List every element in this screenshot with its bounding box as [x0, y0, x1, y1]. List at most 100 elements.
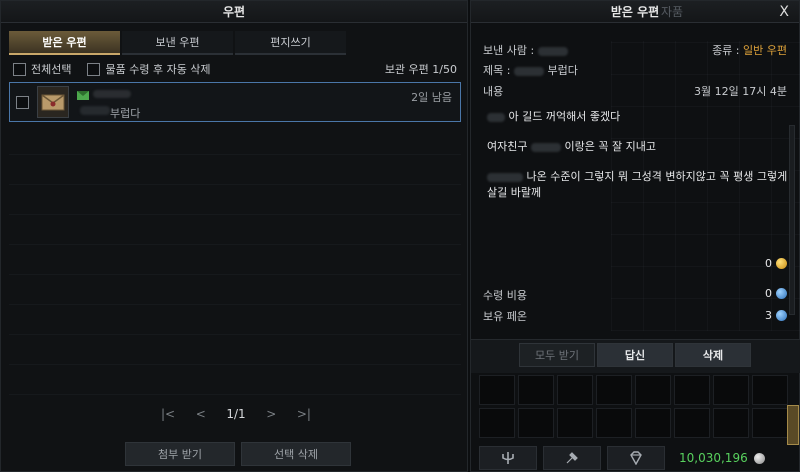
receive-cost: 0 — [765, 287, 787, 300]
detail-actions: 모두 받기 답신 삭제 — [519, 343, 751, 367]
mailbox-title: 우편 — [1, 1, 467, 23]
mail-detail-title: 받은 우편 — [471, 1, 799, 23]
receive-attachment-button[interactable]: 첨부 받기 — [125, 442, 235, 466]
type-value: 일반 우편 — [743, 44, 787, 57]
select-all-checkbox[interactable] — [13, 62, 26, 76]
inventory-slot[interactable] — [674, 375, 710, 405]
content-label: 내용 — [483, 85, 504, 98]
inventory-slot[interactable] — [752, 408, 788, 438]
select-all-option[interactable]: 전체선택 — [13, 61, 71, 77]
reply-button[interactable]: 답신 — [597, 343, 673, 367]
select-all-label: 전체선택 — [31, 63, 72, 76]
content-line-2: 여자친구 이랑은 꼭 잘 지내고 — [487, 138, 656, 154]
inventory-slot[interactable] — [596, 408, 632, 438]
gold-coin-icon — [776, 258, 787, 269]
mailbox-tabs: 받은 우편 보낸 우편 편지쓰기 — [9, 31, 346, 55]
inventory-slot[interactable] — [557, 408, 593, 438]
gold-value: 0 — [765, 257, 772, 270]
first-page-icon[interactable]: |< — [161, 407, 175, 421]
tab-sent[interactable]: 보낸 우편 — [122, 31, 233, 55]
prev-page-icon[interactable]: < — [196, 407, 206, 421]
redacted-text — [530, 142, 561, 152]
inventory-slot[interactable] — [635, 375, 671, 405]
content-text-2b: 이랑은 꼭 잘 지내고 — [564, 140, 656, 153]
subject-value: 부럽다 — [547, 64, 578, 77]
content-line-1: 아 길드 꺼억해서 좋겠다 — [487, 108, 620, 124]
subject-prefix-redacted — [513, 66, 544, 76]
owned-pheon: 3 — [765, 309, 787, 322]
inventory-slot[interactable] — [518, 375, 554, 405]
mail-type-field: 종류 : 일반 우편 — [712, 42, 787, 58]
inventory-slot[interactable] — [752, 375, 788, 405]
receive-cost-label: 수령 비용 — [483, 289, 527, 302]
owned-pheon-label: 보유 페온 — [483, 310, 527, 323]
pagination: |< < 1/1 > >| — [161, 407, 311, 421]
sender-field: 보낸 사람 : — [483, 42, 568, 58]
mailbox-panel: 우편 받은 우편 보낸 우편 편지쓰기 전체선택 물품 수령 후 자동 삭제 보… — [0, 0, 468, 472]
content-text-3: 나온 수준이 그렇지 뭐 그성격 변하지않고 꼭 평생 그렇게 — [526, 170, 788, 183]
inventory-slot[interactable] — [479, 408, 515, 438]
pheon-icon — [776, 288, 787, 299]
delete-button[interactable]: 삭제 — [675, 343, 751, 367]
background-tab-label: 자품 — [661, 5, 684, 19]
mail-detail-panel: 받은 우편 자품 X 보낸 사람 : 종류 : 일반 우편 제목 : 부럽다 내… — [470, 0, 800, 472]
mail-subject: 부럽다 — [110, 107, 141, 120]
auto-delete-checkbox[interactable] — [87, 62, 101, 76]
next-page-icon[interactable]: > — [266, 407, 276, 421]
content-text-2a: 여자친구 — [487, 140, 528, 153]
mailbox-actions: 첨부 받기 선택 삭제 — [125, 442, 351, 466]
sender-name-redacted — [537, 46, 568, 56]
mail-item-checkbox[interactable] — [16, 95, 29, 109]
receive-all-button[interactable]: 모두 받기 — [519, 343, 595, 367]
content-text-1: 아 길드 꺼억해서 좋겠다 — [508, 110, 621, 123]
owned-pheon-value: 3 — [765, 309, 772, 322]
mail-list-item[interactable]: 부럽다 2일 남음 — [9, 82, 461, 122]
side-item-thumbnail[interactable] — [787, 405, 799, 445]
inventory-slot[interactable] — [713, 408, 749, 438]
tab-inbox[interactable]: 받은 우편 — [9, 31, 120, 55]
auto-delete-option[interactable]: 물품 수령 후 자동 삭제 — [87, 61, 211, 77]
mail-date: 3월 12일 17시 4분 — [694, 85, 787, 98]
subject-label: 제목 : — [483, 64, 511, 77]
silver-amount: 10,030,196 — [679, 451, 748, 465]
inventory-slot[interactable] — [596, 375, 632, 405]
page-indicator: 1/1 — [226, 407, 246, 421]
content-scrollbar[interactable] — [789, 125, 795, 315]
mail-days-left: 2일 남음 — [411, 91, 452, 104]
content-line-4: 살길 바랄께 — [487, 186, 542, 199]
close-icon[interactable]: X — [779, 1, 789, 23]
delete-selected-button[interactable]: 선택 삭제 — [241, 442, 351, 466]
mail-toolbar: 전체선택 물품 수령 후 자동 삭제 보관 우편 1/50 — [13, 61, 457, 77]
inventory-slot[interactable] — [518, 408, 554, 438]
tab-compose[interactable]: 편지쓰기 — [235, 31, 346, 55]
storage-count: 보관 우편 1/50 — [384, 63, 457, 76]
sender-label: 보낸 사람 : — [483, 44, 535, 57]
redacted-text — [487, 172, 523, 182]
pheon-icon — [776, 310, 787, 321]
inventory-slot[interactable] — [713, 375, 749, 405]
inventory-slot[interactable] — [674, 408, 710, 438]
redacted-text — [487, 112, 505, 122]
mail-attachment-icon — [37, 86, 69, 118]
inventory-grid — [479, 375, 791, 441]
silver-coin-icon — [753, 452, 765, 464]
inventory-slot[interactable] — [635, 408, 671, 438]
type-label: 종류 : — [712, 44, 740, 57]
receive-cost-value: 0 — [765, 287, 772, 300]
hammer-icon[interactable] — [543, 446, 601, 470]
inventory-slot[interactable] — [557, 375, 593, 405]
gem-icon[interactable] — [607, 446, 665, 470]
attached-gold: 0 — [765, 257, 787, 270]
content-line-3: 나온 수준이 그렇지 뭐 그성격 변하지않고 꼭 평생 그렇게 — [487, 168, 787, 184]
inventory-footer: 10,030,196 — [479, 445, 797, 471]
silver-balance: 10,030,196 — [679, 451, 765, 465]
subject-prefix-redacted — [80, 106, 110, 115]
last-page-icon[interactable]: >| — [297, 407, 311, 421]
subject-field: 제목 : 부럽다 — [483, 62, 578, 78]
envelope-icon — [77, 91, 89, 100]
inventory-slot[interactable] — [479, 375, 515, 405]
auto-delete-label: 물품 수령 후 자동 삭제 — [105, 63, 211, 76]
sender-name-redacted — [93, 90, 131, 98]
trident-icon[interactable] — [479, 446, 537, 470]
mail-list-empty-area — [9, 125, 461, 395]
